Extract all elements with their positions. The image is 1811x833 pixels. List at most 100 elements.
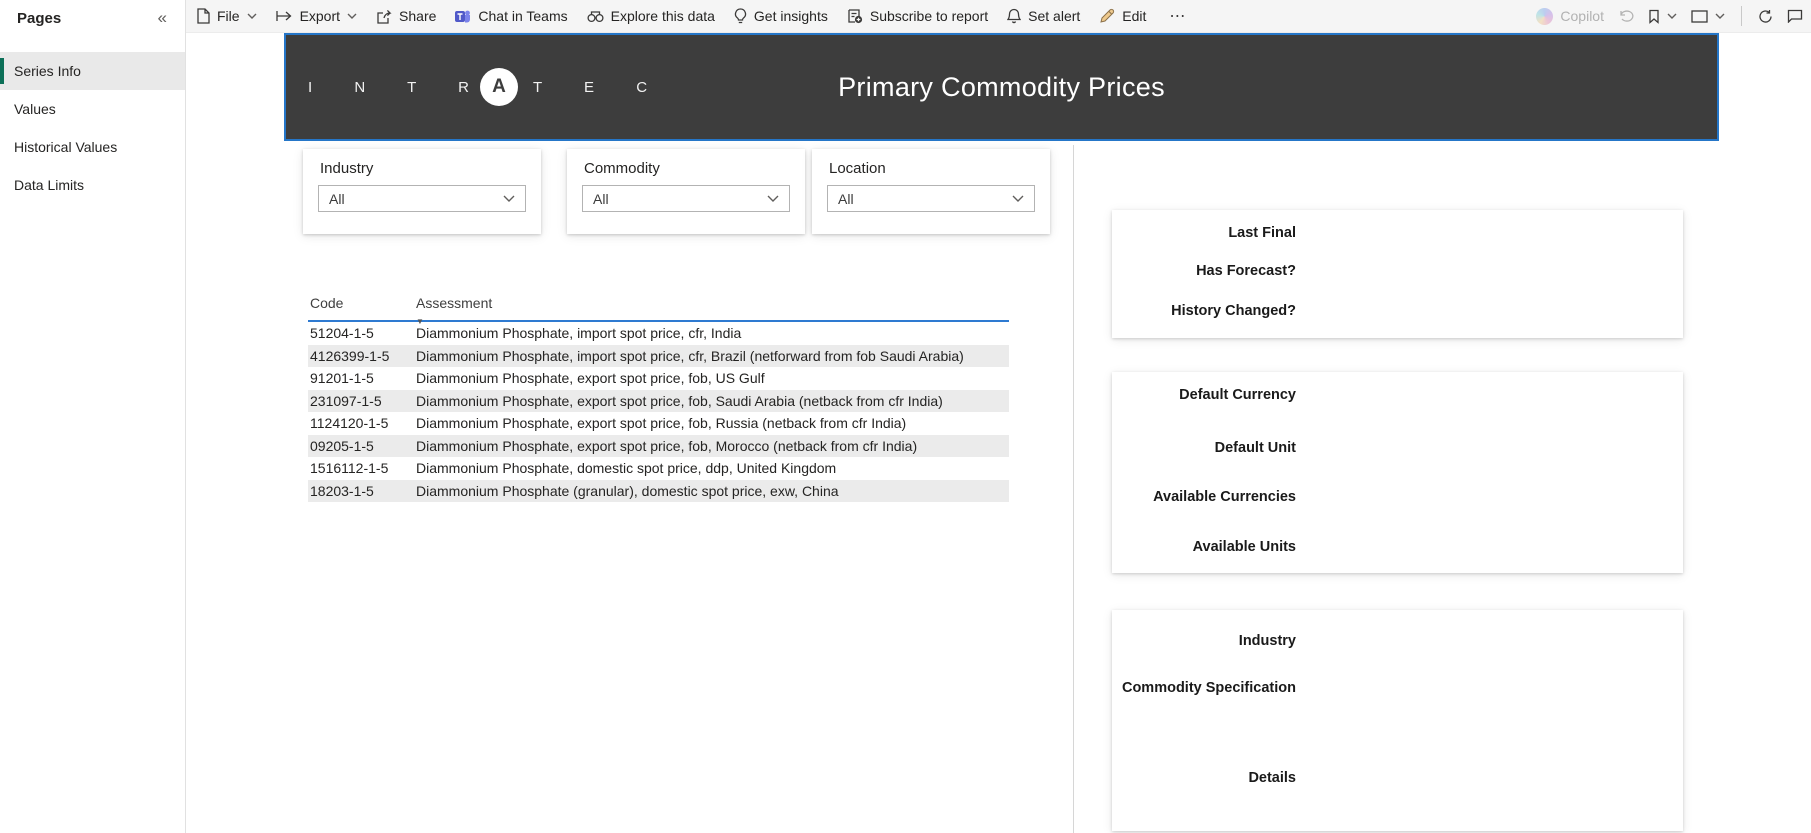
cell-code: 51204-1-5 xyxy=(310,325,374,342)
lightbulb-icon xyxy=(734,8,747,24)
commodity-dropdown[interactable]: All xyxy=(582,185,790,212)
table-row[interactable]: 231097-1-5 Diammonium Phosphate, export … xyxy=(308,389,1009,412)
toolbar-divider xyxy=(1741,6,1742,26)
chevron-down-icon xyxy=(1667,13,1677,19)
pages-sidebar: Pages « Series Info Values Historical Va… xyxy=(0,0,186,833)
cell-code: 1124120-1-5 xyxy=(310,415,389,432)
section-divider xyxy=(1073,145,1074,833)
chevron-down-icon xyxy=(767,195,779,202)
bell-icon xyxy=(1007,8,1022,24)
page-list: Series Info Values Historical Values Dat… xyxy=(0,52,185,204)
reset-icon xyxy=(1620,10,1634,22)
pencil-icon xyxy=(1100,8,1115,23)
field-label-default-unit: Default Unit xyxy=(1214,440,1296,456)
field-label-commodity-specification: Commodity Specification xyxy=(1121,680,1296,696)
dropdown-value: All xyxy=(329,190,345,207)
field-label-details: Details xyxy=(1248,770,1296,786)
table-row[interactable]: 18203-1-5 Diammonium Phosphate (granular… xyxy=(308,479,1009,502)
page-item-label: Data Limits xyxy=(14,177,85,193)
action-bar-left: File Export Share Chat in Teams Explore … xyxy=(196,6,1191,26)
binoculars-icon xyxy=(587,10,604,22)
teams-icon xyxy=(455,10,471,22)
sidebar-item-historical-values[interactable]: Historical Values xyxy=(0,128,185,166)
detail-card-units: Default Currency Default Unit Available … xyxy=(1112,372,1683,573)
table-header: Code Assessment xyxy=(308,291,1009,311)
comments-icon[interactable] xyxy=(1787,9,1803,23)
location-dropdown[interactable]: All xyxy=(827,185,1035,212)
location-slicer: Location All xyxy=(812,149,1050,234)
main-area: File Export Share Chat in Teams Explore … xyxy=(186,0,1811,833)
commodity-slicer: Commodity All xyxy=(567,149,805,234)
file-menu-button[interactable]: File xyxy=(196,8,257,24)
sidebar-item-values[interactable]: Values xyxy=(0,90,185,128)
collapse-pane-icon[interactable]: « xyxy=(158,8,167,28)
chevron-down-icon xyxy=(1715,13,1725,19)
sidebar-item-series-info[interactable]: Series Info xyxy=(0,52,185,90)
report-canvas: I N T R A T E C Primary Commodity Prices… xyxy=(186,33,1811,833)
refresh-icon[interactable] xyxy=(1758,9,1773,24)
sidebar-item-data-limits[interactable]: Data Limits xyxy=(0,166,185,204)
cell-assessment: Diammonium Phosphate, export spot price,… xyxy=(416,392,943,409)
cell-code: 18203-1-5 xyxy=(310,482,374,499)
column-header-assessment[interactable]: Assessment xyxy=(416,295,1009,311)
chevron-down-icon xyxy=(247,13,257,19)
chevron-down-icon xyxy=(503,195,515,202)
slicer-label: Commodity xyxy=(584,160,660,177)
cell-assessment: Diammonium Phosphate (granular), domesti… xyxy=(416,482,839,499)
set-alert-button[interactable]: Set alert xyxy=(1007,8,1080,24)
logo-circle-a: A xyxy=(479,68,518,106)
field-label-history-changed: History Changed? xyxy=(1171,303,1296,319)
field-label-default-currency: Default Currency xyxy=(1179,387,1296,403)
table-row[interactable]: 09205-1-5 Diammonium Phosphate, export s… xyxy=(308,434,1009,457)
share-button[interactable]: Share xyxy=(376,8,436,24)
bookmarks-button[interactable] xyxy=(1648,9,1677,24)
file-icon xyxy=(197,8,210,24)
action-bar-right: Copilot xyxy=(1536,6,1803,26)
copilot-button[interactable]: Copilot xyxy=(1536,7,1604,25)
industry-slicer: Industry All xyxy=(303,149,541,234)
pages-sidebar-header: Pages « xyxy=(0,0,185,36)
field-label-industry: Industry xyxy=(1238,633,1296,649)
slicer-label: Industry xyxy=(320,160,374,177)
chevron-down-icon xyxy=(347,13,357,19)
cell-code: 91201-1-5 xyxy=(310,370,374,387)
cell-code: 4126399-1-5 xyxy=(310,347,390,364)
get-insights-button[interactable]: Get insights xyxy=(734,8,828,24)
intratec-logo: I N T R A T E C xyxy=(302,35,666,139)
field-label-has-forecast: Has Forecast? xyxy=(1196,263,1296,279)
cell-assessment: Diammonium Phosphate, import spot price,… xyxy=(416,325,742,342)
copilot-icon xyxy=(1536,7,1554,25)
field-label-available-units: Available Units xyxy=(1192,539,1296,555)
report-header-banner[interactable]: I N T R A T E C Primary Commodity Prices xyxy=(284,33,1719,141)
view-rectangle-icon xyxy=(1691,9,1708,23)
subscribe-to-report-button[interactable]: Subscribe to report xyxy=(847,8,988,24)
sort-indicator-row: ▼ xyxy=(308,311,1009,326)
share-icon xyxy=(377,9,392,24)
page-item-label: Series Info xyxy=(14,63,81,79)
logo-letters: I N T R xyxy=(308,78,488,96)
view-mode-button[interactable] xyxy=(1691,9,1725,23)
table-row[interactable]: 51204-1-5 Diammonium Phosphate, import s… xyxy=(308,322,1009,345)
column-header-code[interactable]: Code xyxy=(308,295,416,311)
edit-button[interactable]: Edit xyxy=(1099,8,1146,24)
field-label-available-currencies: Available Currencies xyxy=(1153,489,1296,505)
subscribe-icon xyxy=(848,9,862,24)
export-menu-button[interactable]: Export xyxy=(275,8,357,24)
series-table: Code Assessment ▼ 51204-1-5 Diammonium P… xyxy=(308,291,1009,502)
table-row[interactable]: 4126399-1-5 Diammonium Phosphate, import… xyxy=(308,344,1009,367)
dropdown-value: All xyxy=(838,190,854,207)
slicer-label: Location xyxy=(829,160,886,177)
dropdown-value: All xyxy=(593,190,609,207)
chevron-down-icon xyxy=(1012,195,1024,202)
detail-card-status: Last Final Has Forecast? History Changed… xyxy=(1112,210,1683,338)
cell-assessment: Diammonium Phosphate, import spot price,… xyxy=(416,347,964,364)
page-item-label: Values xyxy=(14,101,56,117)
table-row[interactable]: 1516112-1-5 Diammonium Phosphate, domest… xyxy=(308,457,1009,480)
table-row[interactable]: 91201-1-5 Diammonium Phosphate, export s… xyxy=(308,367,1009,390)
chat-in-teams-button[interactable]: Chat in Teams xyxy=(455,8,568,24)
explore-this-data-button[interactable]: Explore this data xyxy=(587,8,715,24)
more-options-button[interactable]: ⋯ xyxy=(1165,6,1191,26)
cell-assessment: Diammonium Phosphate, domestic spot pric… xyxy=(416,460,837,477)
industry-dropdown[interactable]: All xyxy=(318,185,526,212)
table-row[interactable]: 1124120-1-5 Diammonium Phosphate, export… xyxy=(308,412,1009,435)
